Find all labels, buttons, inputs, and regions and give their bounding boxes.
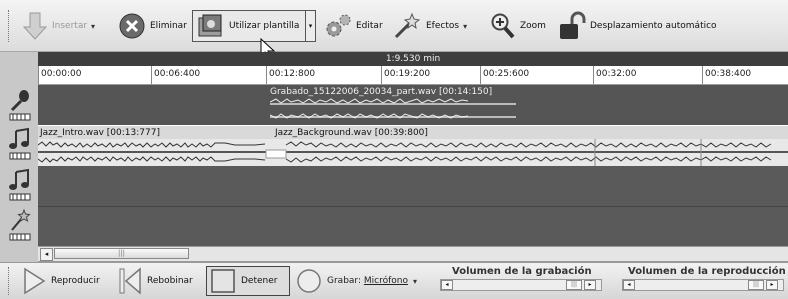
rewind-label: Rebobinar [147, 276, 193, 286]
voice-clip[interactable]: Grabado_15122006_20034_part.wav [00:14:1… [270, 85, 516, 125]
record-button[interactable]: Grabar: Micrófono ▾ [296, 266, 417, 296]
insert-dropdown-icon: ▾ [91, 21, 96, 31]
grip-icon: ||| [117, 249, 126, 257]
ruler-tick: 00:19:200 [381, 66, 430, 84]
ruler-tick: 00:06:400 [151, 66, 200, 84]
magic-wand-icon [394, 12, 421, 39]
play-icon [24, 267, 46, 295]
voice-clip-label: Grabado_15122006_20034_part.wav [00:14:1… [270, 87, 493, 97]
record-prefix: Grabar: [327, 276, 364, 286]
rec-volume-right-button[interactable]: ▸ [584, 280, 596, 290]
use-template-label: Utilizar plantilla [229, 21, 300, 31]
arrow-left-icon: ◂ [627, 281, 631, 288]
toolbar-grip[interactable] [8, 10, 12, 42]
playback-volume: Volumen de la reproducción ◂ ||| ▸ [622, 266, 786, 291]
delete-label: Eliminar [150, 21, 187, 31]
insert-button[interactable]: Insertar ▾ [22, 10, 95, 42]
recording-volume: Volumen de la grabación ◂ ||| ▸ [440, 266, 602, 291]
ruler-tick: 00:32:00 [593, 66, 636, 84]
play-volume-slider[interactable]: ◂ ||| ▸ [622, 279, 784, 291]
padlock-icon [560, 11, 586, 39]
scroll-thumb[interactable]: ||| [54, 248, 189, 259]
music-clip2-label: Jazz_Background.wav [00:39:800] [275, 128, 428, 138]
music-clip1-label: Jazz_Intro.wav [00:13:777] [40, 128, 160, 138]
gear-icon [326, 14, 351, 37]
play-volume-title: Volumen de la reproducción [628, 266, 786, 277]
rec-volume-title: Volumen de la grabación [452, 266, 592, 277]
auto-scroll-label: Desplazamiento automático [590, 21, 717, 31]
delete-button[interactable]: Eliminar [118, 10, 187, 42]
transport-bar: Reproducir Rebobinar Detener Grabar: Mic… [0, 262, 788, 299]
record-source[interactable]: Micrófono [364, 276, 408, 286]
music-note-icon[interactable] [9, 168, 31, 202]
timeline-duration: 1:9.530 min [38, 52, 788, 66]
rec-volume-slider[interactable]: ◂ ||| ▸ [440, 279, 602, 291]
voice-waveform [270, 98, 516, 119]
timeline-ruler[interactable]: 00:00:00 00:06:400 00:12:800 00:19:200 0… [38, 66, 788, 85]
effects-label: Efectos [426, 21, 460, 31]
grip-icon: ||| [752, 281, 760, 288]
ruler-tick: 00:38:400 [702, 66, 751, 84]
effects-track[interactable] [38, 206, 788, 247]
rewind-button[interactable]: Rebobinar [118, 266, 193, 296]
track-header-panel [0, 52, 39, 263]
delete-icon [119, 13, 145, 39]
auto-scroll-button[interactable]: Desplazamiento automático [558, 10, 717, 42]
ruler-tick: 00:25:600 [480, 66, 529, 84]
transport-grip[interactable] [8, 267, 12, 295]
ruler-tick: 00:12:800 [266, 66, 315, 84]
record-label: Grabar: Micrófono [327, 276, 408, 286]
magic-wand-icon[interactable] [9, 208, 31, 242]
music-note-icon[interactable] [9, 127, 31, 161]
play-volume-thumb[interactable]: ||| [748, 280, 764, 290]
zoom-label: Zoom [520, 21, 546, 31]
microphone-icon[interactable] [9, 88, 31, 122]
play-volume-left-button[interactable]: ◂ [623, 280, 635, 290]
main-toolbar: Insertar ▾ Eliminar Utilizar plantilla ▾… [0, 0, 788, 61]
rec-volume-thumb[interactable]: ||| [566, 280, 582, 290]
edit-button[interactable]: Editar [324, 10, 383, 42]
stop-label: Detener [241, 276, 278, 286]
arrow-right-icon: ▸ [588, 281, 592, 288]
music-track[interactable]: Jazz_Intro.wav [00:13:777] Jazz_Backgrou… [38, 125, 788, 166]
arrow-left-icon: ◂ [445, 281, 449, 288]
play-label: Reproducir [51, 276, 100, 286]
zoom-icon [491, 13, 515, 39]
music-track-2[interactable] [38, 166, 788, 206]
effects-dropdown-icon: ▾ [463, 21, 468, 31]
use-template-dropdown[interactable]: ▾ [305, 10, 316, 42]
down-arrow-icon [22, 12, 48, 40]
play-volume-right-button[interactable]: ▸ [766, 280, 778, 290]
template-icon [198, 14, 222, 37]
record-icon [297, 269, 321, 293]
arrow-right-icon: ▸ [770, 281, 774, 288]
use-template-button[interactable]: Utilizar plantilla [192, 10, 306, 42]
record-dropdown-icon[interactable]: ▾ [413, 277, 417, 286]
stop-button[interactable]: Detener [206, 266, 290, 296]
arrow-left-icon: ◂ [44, 250, 49, 258]
rec-volume-left-button[interactable]: ◂ [441, 280, 453, 290]
music-waveform [38, 139, 788, 166]
grip-icon: ||| [570, 281, 578, 288]
scroll-left-button[interactable]: ◂ [40, 248, 53, 261]
chevron-down-icon: ▾ [308, 22, 313, 30]
rewind-icon [119, 267, 141, 295]
edit-label: Editar [356, 21, 383, 31]
zoom-button[interactable]: Zoom [490, 10, 546, 42]
stop-icon [211, 269, 235, 293]
play-button[interactable]: Reproducir [22, 266, 100, 296]
insert-label: Insertar [52, 21, 88, 31]
voice-track[interactable]: Grabado_15122006_20034_part.wav [00:14:1… [38, 85, 788, 125]
timeline-scrollbar[interactable]: ◂ ||| [38, 246, 788, 262]
effects-button[interactable]: Efectos ▾ [392, 10, 467, 42]
ruler-tick: 00:00:00 [38, 66, 81, 84]
